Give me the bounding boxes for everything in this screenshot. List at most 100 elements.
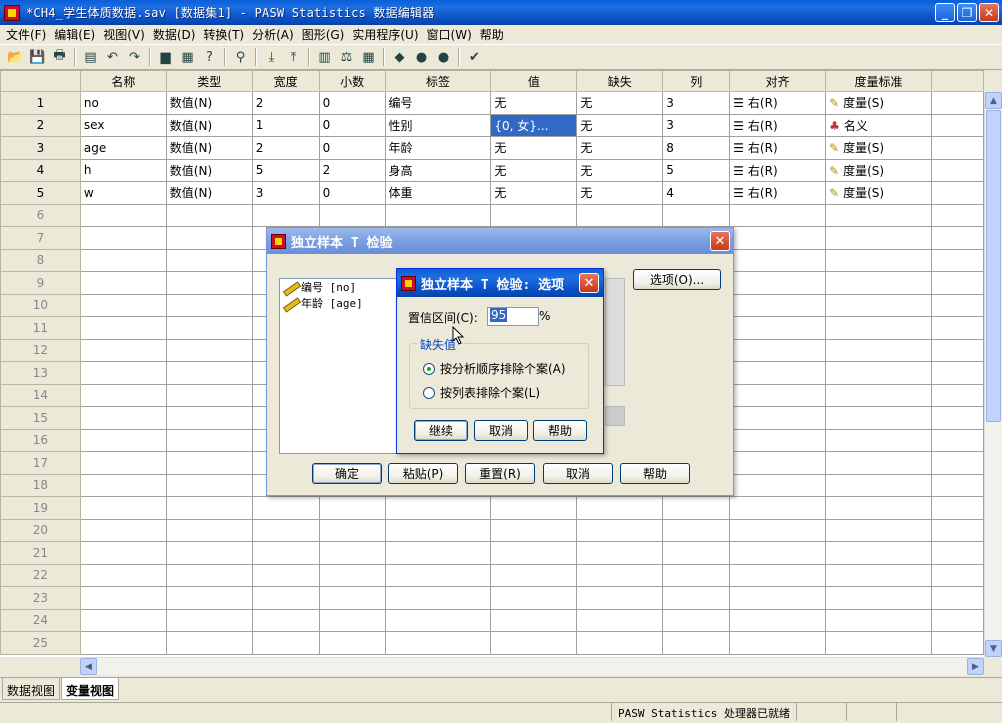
- cell-empty[interactable]: [576, 518, 664, 542]
- value-labels-icon[interactable]: ◆: [390, 48, 409, 67]
- row-number[interactable]: 13: [0, 361, 81, 385]
- cell-empty[interactable]: [79, 248, 167, 272]
- restore-button[interactable]: ❐: [957, 3, 977, 22]
- cell-empty[interactable]: [576, 496, 664, 520]
- cell-width[interactable]: 1: [251, 113, 320, 137]
- insert-cases-icon[interactable]: ⤓: [262, 48, 281, 67]
- cell-empty[interactable]: [251, 518, 320, 542]
- row-number[interactable]: 12: [0, 338, 81, 362]
- variables-icon[interactable]: ?: [200, 48, 219, 67]
- show-all-icon[interactable]: ●: [434, 48, 453, 67]
- cell-empty[interactable]: [165, 406, 253, 430]
- source-variable-item[interactable]: 年龄 [age]: [280, 295, 398, 311]
- paste-button[interactable]: 粘贴(P): [388, 463, 458, 484]
- cell-empty[interactable]: [79, 496, 167, 520]
- cell-empty[interactable]: [165, 203, 253, 227]
- cell-empty[interactable]: [384, 518, 492, 542]
- cell-empty[interactable]: [576, 563, 664, 587]
- cell-empty[interactable]: [729, 226, 827, 250]
- cell-values[interactable]: {0, 女}...: [490, 113, 578, 137]
- cell-empty[interactable]: [825, 293, 932, 317]
- cell-empty[interactable]: [490, 586, 578, 610]
- cell-empty[interactable]: [165, 541, 253, 565]
- cell-type[interactable]: 数值(N): [165, 181, 253, 205]
- cell-empty[interactable]: [79, 428, 167, 452]
- cell-empty[interactable]: [165, 608, 253, 632]
- row-number[interactable]: 14: [0, 383, 81, 407]
- cell-empty[interactable]: [490, 518, 578, 542]
- column-header-width[interactable]: 宽度: [251, 70, 320, 92]
- cell-values[interactable]: 无: [490, 136, 578, 160]
- row-number[interactable]: 21: [0, 541, 81, 565]
- cell-label[interactable]: 体重: [384, 181, 492, 205]
- cell-empty[interactable]: [729, 316, 827, 340]
- cell-name[interactable]: sex: [79, 113, 167, 137]
- cell-empty[interactable]: [79, 563, 167, 587]
- cell-empty[interactable]: [165, 338, 253, 362]
- cell-align[interactable]: ☰ 右(R): [729, 91, 827, 115]
- cell-type[interactable]: 数值(N): [165, 158, 253, 182]
- row-number[interactable]: 16: [0, 428, 81, 452]
- row-number[interactable]: 24: [0, 608, 81, 632]
- cell-empty[interactable]: [165, 586, 253, 610]
- cell-empty[interactable]: [825, 203, 932, 227]
- cell-empty[interactable]: [576, 541, 664, 565]
- cell-empty[interactable]: [165, 496, 253, 520]
- cell-empty[interactable]: [165, 271, 253, 295]
- cell-empty[interactable]: [79, 338, 167, 362]
- row-number[interactable]: 6: [0, 203, 81, 227]
- grouping-variable-field-partial[interactable]: [605, 406, 625, 426]
- goto-case-icon[interactable]: ▆: [156, 48, 175, 67]
- cell-empty[interactable]: [729, 271, 827, 295]
- cell-measure[interactable]: ✎ 度量(S): [825, 181, 932, 205]
- open-icon[interactable]: 📂: [6, 48, 25, 67]
- cell-empty[interactable]: [825, 451, 932, 475]
- exclude-analysis-option[interactable]: 按分析顺序排除个案(A): [423, 360, 566, 377]
- cell-empty[interactable]: [825, 496, 932, 520]
- cell-name[interactable]: w: [79, 181, 167, 205]
- cell-empty[interactable]: [825, 316, 932, 340]
- scroll-left-icon[interactable]: ◀: [80, 658, 97, 675]
- cell-empty[interactable]: [165, 293, 253, 317]
- cell-empty[interactable]: [79, 293, 167, 317]
- cell-empty[interactable]: [490, 563, 578, 587]
- column-header-align[interactable]: 对齐: [729, 70, 827, 92]
- minimize-button[interactable]: _: [935, 3, 955, 22]
- cell-empty[interactable]: [729, 563, 827, 587]
- cell-columns[interactable]: 8: [662, 136, 731, 160]
- cell-empty[interactable]: [729, 203, 827, 227]
- tab-variable-view[interactable]: 变量视图: [61, 678, 120, 700]
- vertical-scrollbar[interactable]: ▲ ▼: [984, 92, 1002, 657]
- cell-empty[interactable]: [79, 203, 167, 227]
- cell-empty[interactable]: [662, 518, 731, 542]
- cell-empty[interactable]: [729, 428, 827, 452]
- cell-empty[interactable]: [318, 586, 386, 610]
- reset-button[interactable]: 重置(R): [465, 463, 535, 484]
- menu-edit[interactable]: 编辑(E): [52, 26, 101, 43]
- use-sets-icon[interactable]: ●: [412, 48, 431, 67]
- scroll-down-icon[interactable]: ▼: [985, 640, 1002, 657]
- row-number[interactable]: 9: [0, 271, 81, 295]
- cell-decimals[interactable]: 0: [318, 136, 386, 160]
- row-number[interactable]: 18: [0, 473, 81, 497]
- cell-empty[interactable]: [165, 226, 253, 250]
- row-number[interactable]: 25: [0, 631, 81, 655]
- cell-empty[interactable]: [825, 428, 932, 452]
- cell-columns[interactable]: 5: [662, 158, 731, 182]
- column-header-missing[interactable]: 缺失: [576, 70, 664, 92]
- row-number[interactable]: 10: [0, 293, 81, 317]
- menu-analyze[interactable]: 分析(A): [250, 26, 300, 43]
- cell-empty[interactable]: [79, 361, 167, 385]
- cell-empty[interactable]: [825, 226, 932, 250]
- cell-empty[interactable]: [384, 541, 492, 565]
- horizontal-scrollbar[interactable]: ◀ ▶: [80, 657, 984, 675]
- row-number[interactable]: 23: [0, 586, 81, 610]
- cell-columns[interactable]: 3: [662, 91, 731, 115]
- cell-empty[interactable]: [165, 248, 253, 272]
- cell-empty[interactable]: [576, 203, 664, 227]
- row-number[interactable]: 17: [0, 451, 81, 475]
- cell-empty[interactable]: [165, 518, 253, 542]
- cell-empty[interactable]: [384, 203, 492, 227]
- confidence-input[interactable]: 95: [487, 307, 539, 326]
- menu-transform[interactable]: 转换(T): [201, 26, 250, 43]
